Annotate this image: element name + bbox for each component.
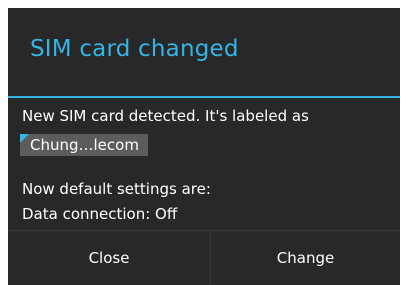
data-connection-status-text: Data connection: Off [22,205,178,223]
sim-color-indicator-icon [20,134,29,143]
sim-label-chip: Chung…lecom [20,134,148,156]
change-button[interactable]: Change [211,231,400,285]
message-detected-text: New SIM card detected. It's labeled as [22,107,309,125]
sim-changed-dialog: SIM card changed New SIM card detected. … [8,8,400,285]
dialog-title: SIM card changed [30,36,239,62]
sim-label-text: Chung…lecom [30,136,139,154]
message-default-settings-text: Now default settings are: [22,180,211,198]
title-divider [8,96,400,98]
dialog-title-bar: SIM card changed [8,8,400,97]
close-button[interactable]: Close [8,231,210,285]
